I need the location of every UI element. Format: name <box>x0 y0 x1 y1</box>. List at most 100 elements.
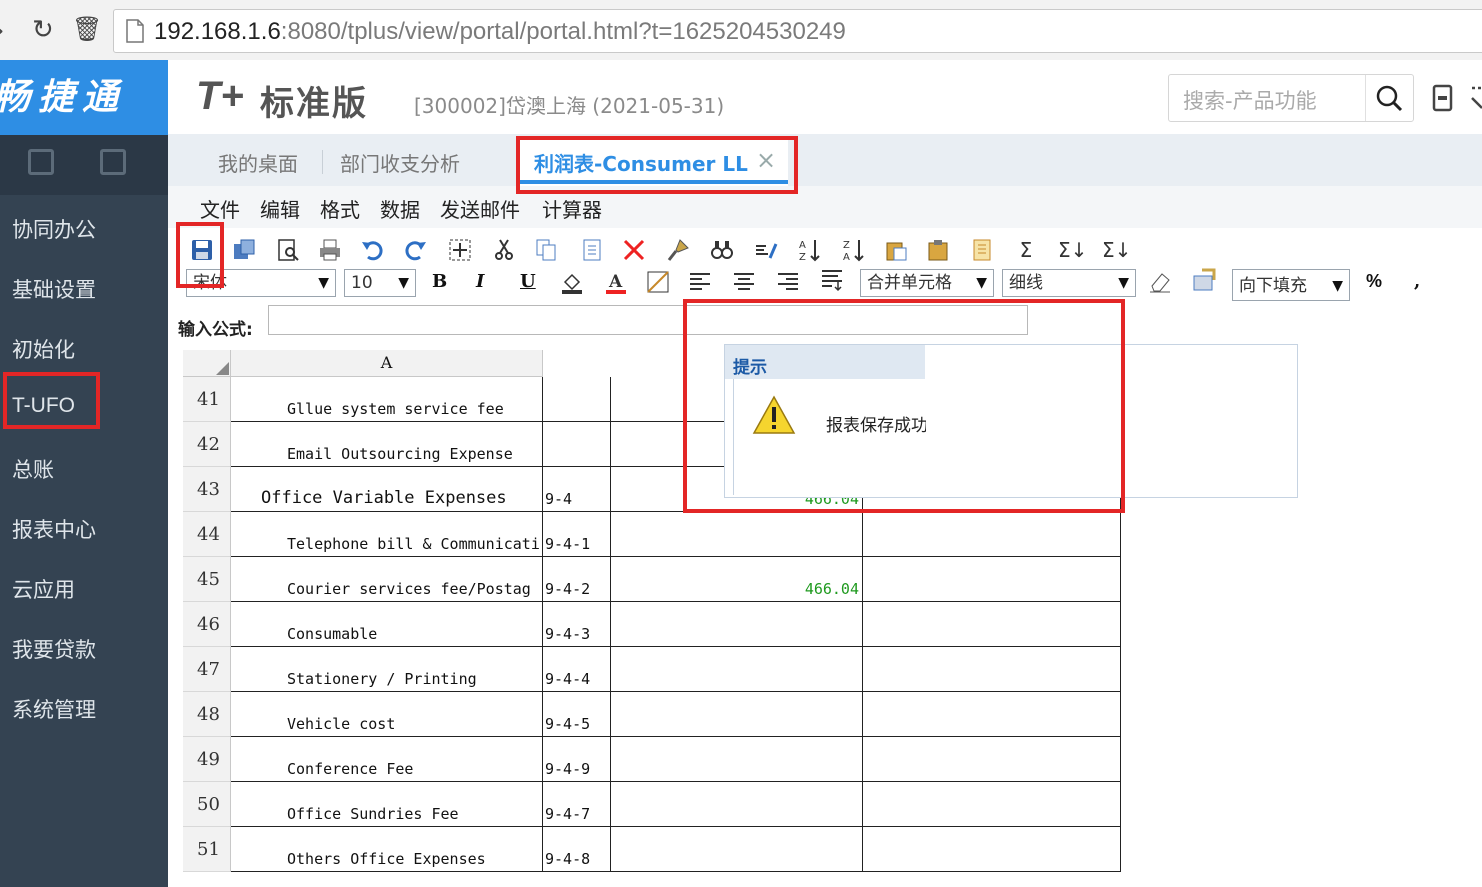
underline-button[interactable]: U <box>520 271 536 292</box>
redo-icon[interactable] <box>404 238 428 262</box>
cell-a[interactable]: Conference Fee <box>231 737 543 782</box>
sidebar-item-general-ledger[interactable]: 总账 <box>12 454 54 484</box>
border-style-select[interactable]: 细线 ▼ <box>1002 269 1136 297</box>
row-header[interactable]: 50 <box>183 782 231 827</box>
cell-b[interactable] <box>543 377 611 422</box>
column-sum-icon[interactable]: Σ↓ <box>1102 238 1131 262</box>
insert-sheet-icon[interactable] <box>970 238 994 262</box>
cell-d[interactable] <box>863 827 1121 872</box>
search-panel-icon[interactable] <box>28 149 54 175</box>
copy-icon[interactable] <box>534 238 558 262</box>
menu-send-email[interactable]: 发送邮件 <box>440 194 520 223</box>
cell-b[interactable]: 9-4-9 <box>543 737 611 782</box>
paste-icon[interactable] <box>884 238 908 262</box>
cell-d[interactable] <box>863 512 1121 557</box>
row-sum-icon[interactable]: Σ↓ <box>1058 238 1087 262</box>
row-header[interactable]: 48 <box>183 692 231 737</box>
cell-c[interactable]: 466.04 <box>611 557 863 602</box>
row-header[interactable]: 41 <box>183 377 231 422</box>
cell-c[interactable] <box>611 827 863 872</box>
row-header[interactable]: 44 <box>183 512 231 557</box>
font-color-icon[interactable]: A <box>604 270 628 294</box>
print-preview-icon[interactable] <box>276 238 300 262</box>
cell-a[interactable]: Email Outsourcing Expense <box>231 422 543 467</box>
forward-icon[interactable]: › <box>0 16 4 46</box>
cell-b[interactable] <box>543 422 611 467</box>
merge-cells-select[interactable]: 合并单元格 ▼ <box>860 269 994 297</box>
format-brush-icon[interactable] <box>666 238 690 262</box>
cell-d[interactable] <box>863 782 1121 827</box>
tab-department-analysis[interactable]: 部门收支分析 <box>340 148 460 177</box>
fill-color-icon[interactable] <box>560 270 584 294</box>
cell-d[interactable] <box>863 647 1121 692</box>
cell-d[interactable] <box>863 692 1121 737</box>
cell-b[interactable]: 9-4-1 <box>543 512 611 557</box>
eraser-icon[interactable] <box>1148 270 1172 294</box>
cell-d[interactable] <box>863 737 1121 782</box>
cell-a[interactable]: Stationery / Printing <box>231 647 543 692</box>
comma-button[interactable]: , <box>1414 271 1420 292</box>
cell-a[interactable]: Consumable <box>231 602 543 647</box>
address-bar[interactable]: 192.168.1.6:8080/tplus/view/portal/porta… <box>113 9 1482 53</box>
cell-a[interactable]: Courier services fee/Postag <box>231 557 543 602</box>
column-header-a[interactable]: A <box>231 350 543 377</box>
cut-icon[interactable] <box>492 238 516 262</box>
cell-a[interactable]: Gllue system service fee <box>231 377 543 422</box>
print-icon[interactable] <box>318 238 342 262</box>
row-header[interactable]: 47 <box>183 647 231 692</box>
delete-icon[interactable] <box>622 238 646 262</box>
menu-file[interactable]: 文件 <box>200 194 240 223</box>
search-button[interactable] <box>1365 75 1412 121</box>
cell-b[interactable]: 9-4-7 <box>543 782 611 827</box>
bold-button[interactable]: B <box>432 271 447 292</box>
undo-icon[interactable] <box>360 238 384 262</box>
menu-data[interactable]: 数据 <box>380 194 420 223</box>
percent-button[interactable]: % <box>1366 271 1382 292</box>
trash-icon[interactable]: 🗑 <box>72 15 102 43</box>
menu-edit[interactable]: 编辑 <box>260 194 300 223</box>
sidebar-item-report-center[interactable]: 报表中心 <box>12 514 96 544</box>
cell-a[interactable]: Office Variable Expenses <box>231 467 543 512</box>
cell-c[interactable] <box>611 737 863 782</box>
tab-my-desktop[interactable]: 我的桌面 <box>218 148 298 177</box>
sidebar-item-basic-settings[interactable]: 基础设置 <box>12 274 96 304</box>
cell-b[interactable]: 9-4-4 <box>543 647 611 692</box>
new-window-icon[interactable] <box>100 149 126 175</box>
sum-icon[interactable]: Σ <box>1014 238 1038 262</box>
calculator-icon[interactable] <box>1432 84 1454 112</box>
search-box[interactable]: 搜索-产品功能 <box>1168 74 1414 122</box>
cell-b[interactable]: 9-4-3 <box>543 602 611 647</box>
cell-a[interactable]: Others Office Expenses <box>231 827 543 872</box>
cell-c[interactable] <box>611 692 863 737</box>
cell-a[interactable]: Telephone bill & Communicati <box>231 512 543 557</box>
cell-c[interactable] <box>611 647 863 692</box>
cell-b[interactable]: 9-4 <box>543 467 611 512</box>
replace-icon[interactable] <box>754 238 778 262</box>
select-all-icon[interactable] <box>448 238 472 262</box>
cell-b[interactable]: 9-4-5 <box>543 692 611 737</box>
wrap-text-icon[interactable] <box>820 268 844 292</box>
align-right-icon[interactable] <box>776 270 800 294</box>
row-header[interactable]: 49 <box>183 737 231 782</box>
cell-c[interactable] <box>611 602 863 647</box>
font-size-select[interactable]: 10 ▼ <box>344 269 416 297</box>
menu-calculator[interactable]: 计算器 <box>542 194 602 223</box>
align-center-icon[interactable] <box>732 270 756 294</box>
cell-c[interactable] <box>611 512 863 557</box>
cell-d[interactable] <box>863 557 1121 602</box>
paste-format-icon[interactable] <box>580 238 604 262</box>
row-header[interactable]: 45 <box>183 557 231 602</box>
row-header[interactable]: 43 <box>183 467 231 512</box>
sidebar-item-initialize[interactable]: 初始化 <box>12 334 75 364</box>
cell-b[interactable]: 9-4-2 <box>543 557 611 602</box>
sidebar-item-loans[interactable]: 我要贷款 <box>12 634 96 664</box>
cell-a[interactable]: Office Sundries Fee <box>231 782 543 827</box>
sidebar-item-cloud-apps[interactable]: 云应用 <box>12 574 75 604</box>
sort-descending-icon[interactable]: ZA <box>842 238 866 262</box>
cell-properties-icon[interactable] <box>1192 268 1216 292</box>
find-icon[interactable] <box>710 238 734 262</box>
row-header[interactable]: 51 <box>183 827 231 872</box>
cell-d[interactable] <box>863 602 1121 647</box>
cell-b[interactable]: 9-4-8 <box>543 827 611 872</box>
italic-button[interactable]: I <box>476 271 484 292</box>
